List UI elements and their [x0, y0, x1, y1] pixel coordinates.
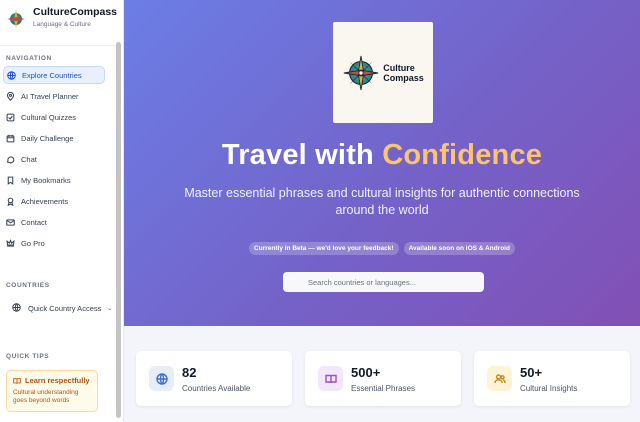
sidebar-item-label: Explore Countries: [22, 70, 82, 80]
stat-value: 82: [182, 364, 197, 380]
sidebar-item-label: Go Pro: [21, 238, 45, 248]
hero-subtitle: Master essential phrases and cultural in…: [184, 186, 580, 217]
crown-icon: [6, 238, 15, 248]
badge-row: Currently in Beta — we'd love your feedb…: [124, 242, 640, 255]
app-logo-icon: [5, 8, 27, 30]
globe-icon: [7, 70, 16, 80]
stat-label: Essential Phrases: [351, 383, 416, 393]
globe-icon: [12, 302, 21, 314]
beta-badge[interactable]: Currently in Beta — we'd love your feedb…: [249, 242, 399, 255]
stat-card-phrases: 500+ Essential Phrases: [305, 351, 461, 406]
sidebar-item-cultural-quizzes[interactable]: Cultural Quizzes: [3, 108, 105, 126]
tip-body: Cultural understanding goes beyond words: [13, 389, 79, 404]
headline-text: Travel with: [221, 139, 383, 171]
hero-section: Culture Compass Travel with Confidence M…: [124, 0, 640, 326]
stat-card-countries: 82 Countries Available: [136, 351, 292, 406]
sidebar-item-label: Achievements: [21, 196, 69, 206]
main-content: Culture Compass Travel with Confidence M…: [124, 0, 640, 422]
sidebar-item-label: My Bookmarks: [21, 175, 71, 185]
sidebar-item-explore-countries[interactable]: Explore Countries: [3, 66, 105, 84]
brand-subtitle: Language & Culture: [33, 21, 91, 28]
logo-text-compass: Compass: [383, 72, 424, 83]
map-pin-icon: [6, 91, 15, 101]
sidebar: CultureCompass Language & Culture NAVIGA…: [0, 0, 124, 422]
stat-card-insights: 50+ Cultural Insights: [474, 351, 630, 406]
nav-section-title: NAVIGATION: [6, 55, 52, 62]
sidebar-nav: Explore Countries AI Travel Planner Cult…: [3, 66, 105, 255]
sidebar-item-label: AI Travel Planner: [21, 91, 79, 101]
countries-section-title: COUNTRIES: [6, 282, 50, 289]
sidebar-item-ai-travel-planner[interactable]: AI Travel Planner: [3, 87, 105, 105]
calendar-icon: [6, 134, 15, 143]
bookmark-icon: [6, 176, 15, 185]
mail-icon: [6, 218, 15, 227]
award-icon: [6, 197, 15, 206]
sidebar-item-go-pro[interactable]: Go Pro: [3, 234, 105, 252]
quick-tip-card: Learn respectfully Cultural understandin…: [6, 370, 98, 412]
tip-title: Learn respectfully: [25, 376, 90, 385]
logo-text-culture: Culture: [383, 62, 415, 73]
headline-accent: Confidence: [382, 139, 543, 171]
sidebar-item-chat[interactable]: Chat: [3, 150, 105, 168]
sidebar-item-label: Daily Challenge: [21, 133, 74, 143]
sidebar-item-daily-challenge[interactable]: Daily Challenge: [3, 129, 105, 147]
chevron-down-icon: ⌄: [107, 305, 113, 312]
brand-header[interactable]: CultureCompass Language & Culture: [0, 0, 123, 46]
globe-icon: [149, 366, 174, 391]
sidebar-item-my-bookmarks[interactable]: My Bookmarks: [3, 171, 105, 189]
stat-value: 500+: [351, 364, 381, 380]
brand-name: CultureCompass: [33, 6, 118, 18]
compass-icon: [344, 55, 379, 90]
users-icon: [487, 366, 512, 391]
sidebar-item-achievements[interactable]: Achievements: [3, 192, 105, 210]
quick-country-access-label: Quick Country Access: [28, 303, 102, 313]
sidebar-item-label: Chat: [21, 154, 37, 164]
book-open-icon: [13, 377, 21, 384]
sidebar-scrollbar[interactable]: [116, 42, 121, 418]
tips-section-title: QUICK TIPS: [6, 353, 50, 360]
sidebar-item-contact[interactable]: Contact: [3, 213, 105, 231]
stat-value: 50+: [520, 364, 543, 380]
stat-label: Cultural Insights: [520, 383, 578, 393]
chat-icon: [6, 155, 15, 164]
quiz-icon: [6, 113, 15, 122]
stat-label: Countries Available: [182, 383, 251, 393]
sidebar-item-label: Contact: [21, 217, 47, 227]
culture-compass-logo: Culture Compass: [333, 22, 433, 123]
hero-headline: Travel with Confidence: [124, 139, 640, 172]
sidebar-item-label: Cultural Quizzes: [21, 112, 77, 122]
mobile-badge: Available soon on iOS & Android: [403, 242, 515, 255]
book-icon: [318, 366, 343, 391]
quick-country-access-dropdown[interactable]: Quick Country Access ⌄: [12, 300, 116, 316]
search-input[interactable]: Search countries or languages...: [283, 272, 484, 292]
